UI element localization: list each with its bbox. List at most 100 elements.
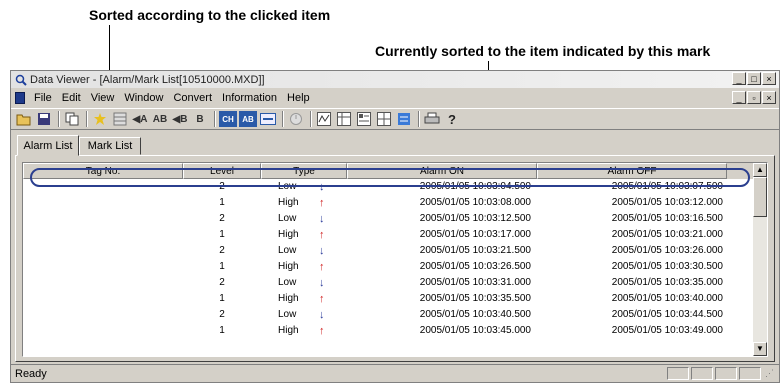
cell-type: High ↑ xyxy=(261,195,347,211)
table-row[interactable]: 1 High ↑ 2005/01/05 10:03:26.500 2005/01/05 … xyxy=(23,259,753,275)
title-bar[interactable]: Data Viewer - [Alarm/Mark List[10510000.… xyxy=(11,71,779,88)
cell-alarm-off: 2005/01/05 10:03:07.500 xyxy=(537,179,727,195)
minimize-button[interactable]: _ xyxy=(732,72,746,85)
cell-alarm-off-text: 2005/01/05 10:03:16.500 xyxy=(611,213,723,224)
menu-information[interactable]: Information xyxy=(217,92,282,104)
save-icon[interactable] xyxy=(35,111,53,127)
table-body: 2 Low ↓ 2005/01/05 10:03:04.500 2005/01/05 1… xyxy=(23,179,753,356)
mdi-minimize-button[interactable]: _ xyxy=(732,91,746,104)
grid-icon[interactable] xyxy=(111,111,129,127)
monitor-grid-icon[interactable] xyxy=(375,111,393,127)
scroll-thumb[interactable] xyxy=(753,177,767,217)
cell-level-text: 2 xyxy=(219,213,225,224)
search-star-icon[interactable] xyxy=(91,111,109,127)
col-alarm-on[interactable]: Alarm ON xyxy=(347,163,537,179)
cell-alarm-on-text: 2005/01/05 10:03:40.500 xyxy=(419,309,531,320)
open-folder-icon[interactable] xyxy=(15,111,33,127)
scroll-down-arrow[interactable]: ▼ xyxy=(753,342,767,356)
menu-file[interactable]: File xyxy=(29,92,57,104)
close-button[interactable]: × xyxy=(762,72,776,85)
cell-alarm-on-text: 2005/01/05 10:03:31.000 xyxy=(419,277,531,288)
table-row[interactable]: 2 Low ↓ 2005/01/05 10:03:12.500 2005/01/05 1… xyxy=(23,211,753,227)
cell-type: High ↑ xyxy=(261,323,347,339)
menu-help[interactable]: Help xyxy=(282,92,315,104)
tab-mark-list-label: Mark List xyxy=(87,140,133,152)
channel-icon[interactable]: CH xyxy=(219,111,237,127)
table-row[interactable]: 1 High ↑ 2005/01/05 10:03:17.000 2005/01/05 … xyxy=(23,227,753,243)
toolbar: ◀A AB ◀B B CH AB ? xyxy=(11,108,779,130)
alarm-list-panel: Tag No. Level Type Alarm ON Alarm OFF 2 L… xyxy=(15,155,775,362)
toolbar-separator xyxy=(214,111,216,127)
col-level[interactable]: Level xyxy=(183,163,261,179)
cell-tag-no xyxy=(23,275,183,291)
col-alarm-off[interactable]: Alarm OFF xyxy=(537,163,727,179)
magnifier-icon xyxy=(15,74,27,86)
vertical-scrollbar[interactable]: ▲ ▼ xyxy=(753,163,767,356)
cell-type: High ↑ xyxy=(261,227,347,243)
toolbar-separator xyxy=(418,111,420,127)
ab-cursor-icon[interactable]: AB xyxy=(239,111,257,127)
jump-a-right-icon[interactable]: AB xyxy=(151,111,169,127)
table-view-icon[interactable] xyxy=(335,111,353,127)
menu-view[interactable]: View xyxy=(86,92,120,104)
status-text: Ready xyxy=(15,367,47,380)
cell-tag-no xyxy=(23,291,183,307)
document-icon[interactable] xyxy=(15,92,25,104)
print-icon[interactable] xyxy=(423,111,441,127)
jump-a-left-icon[interactable]: ◀A xyxy=(131,111,149,127)
arrow-down-icon: ↓ xyxy=(319,309,325,321)
cell-type-text: High xyxy=(278,293,299,304)
cell-alarm-off: 2005/01/05 10:03:44.500 xyxy=(537,307,727,323)
arrow-down-icon: ↓ xyxy=(319,213,325,225)
mdi-restore-button[interactable]: ▫ xyxy=(747,91,761,104)
clock-icon[interactable] xyxy=(287,111,305,127)
cell-tag-no xyxy=(23,259,183,275)
copy-icon[interactable] xyxy=(63,111,81,127)
range-icon[interactable] xyxy=(259,111,277,127)
table-row[interactable]: 2 Low ↓ 2005/01/05 10:03:04.500 2005/01/05 1… xyxy=(23,179,753,195)
cell-level: 1 xyxy=(183,323,261,339)
annotation-sorted-by-clicked: Sorted according to the clicked item xyxy=(89,7,331,23)
cell-tag-no xyxy=(23,227,183,243)
cell-type: Low ↓ xyxy=(261,243,347,259)
table-row[interactable]: 2 Low ↓ 2005/01/05 10:03:21.500 2005/01/05 1… xyxy=(23,243,753,259)
cell-alarm-off: 2005/01/05 10:03:16.500 xyxy=(537,211,727,227)
waveform-icon[interactable] xyxy=(315,111,333,127)
mdi-close-button[interactable]: × xyxy=(762,91,776,104)
tab-mark-list[interactable]: Mark List xyxy=(79,137,141,155)
cell-type: High ↑ xyxy=(261,291,347,307)
cell-level: 1 xyxy=(183,195,261,211)
jump-b-right-icon[interactable]: B xyxy=(191,111,209,127)
cell-type: Low ↓ xyxy=(261,211,347,227)
col-tag-no[interactable]: Tag No. xyxy=(23,163,183,179)
menu-edit[interactable]: Edit xyxy=(57,92,86,104)
arrow-up-icon: ↑ xyxy=(319,325,325,337)
cell-alarm-on-text: 2005/01/05 10:03:12.500 xyxy=(419,213,531,224)
help-icon[interactable]: ? xyxy=(443,111,461,127)
col-type[interactable]: Type xyxy=(261,163,347,179)
cell-level: 1 xyxy=(183,291,261,307)
cell-level-text: 1 xyxy=(219,229,225,240)
status-pane xyxy=(667,367,689,380)
resize-grip-icon[interactable]: ⋰ xyxy=(765,368,777,380)
toolbar-separator xyxy=(282,111,284,127)
status-bar: Ready ⋰ xyxy=(11,364,779,382)
table-row[interactable]: 1 High ↑ 2005/01/05 10:03:35.500 2005/01/05 … xyxy=(23,291,753,307)
blue-list-icon[interactable] xyxy=(395,111,413,127)
table-row[interactable]: 1 High ↑ 2005/01/05 10:03:08.000 2005/01/05 … xyxy=(23,195,753,211)
table-row[interactable]: 2 Low ↓ 2005/01/05 10:03:40.500 2005/01/05 1… xyxy=(23,307,753,323)
menu-convert[interactable]: Convert xyxy=(168,92,217,104)
cell-level: 2 xyxy=(183,243,261,259)
table-row[interactable]: 2 Low ↓ 2005/01/05 10:03:31.000 2005/01/05 1… xyxy=(23,275,753,291)
table-row[interactable]: 1 High ↑ 2005/01/05 10:03:45.000 2005/01/05 … xyxy=(23,323,753,339)
cell-type-text: Low xyxy=(278,309,297,320)
report-icon[interactable] xyxy=(355,111,373,127)
jump-b-left-icon[interactable]: ◀B xyxy=(171,111,189,127)
tab-alarm-list[interactable]: Alarm List xyxy=(17,135,79,156)
scroll-up-arrow[interactable]: ▲ xyxy=(753,163,767,177)
arrow-down-icon: ↓ xyxy=(319,277,325,289)
maximize-button[interactable]: □ xyxy=(747,72,761,85)
arrow-down-icon: ↓ xyxy=(319,181,325,193)
menu-window[interactable]: Window xyxy=(119,92,168,104)
cell-type: Low ↓ xyxy=(261,275,347,291)
